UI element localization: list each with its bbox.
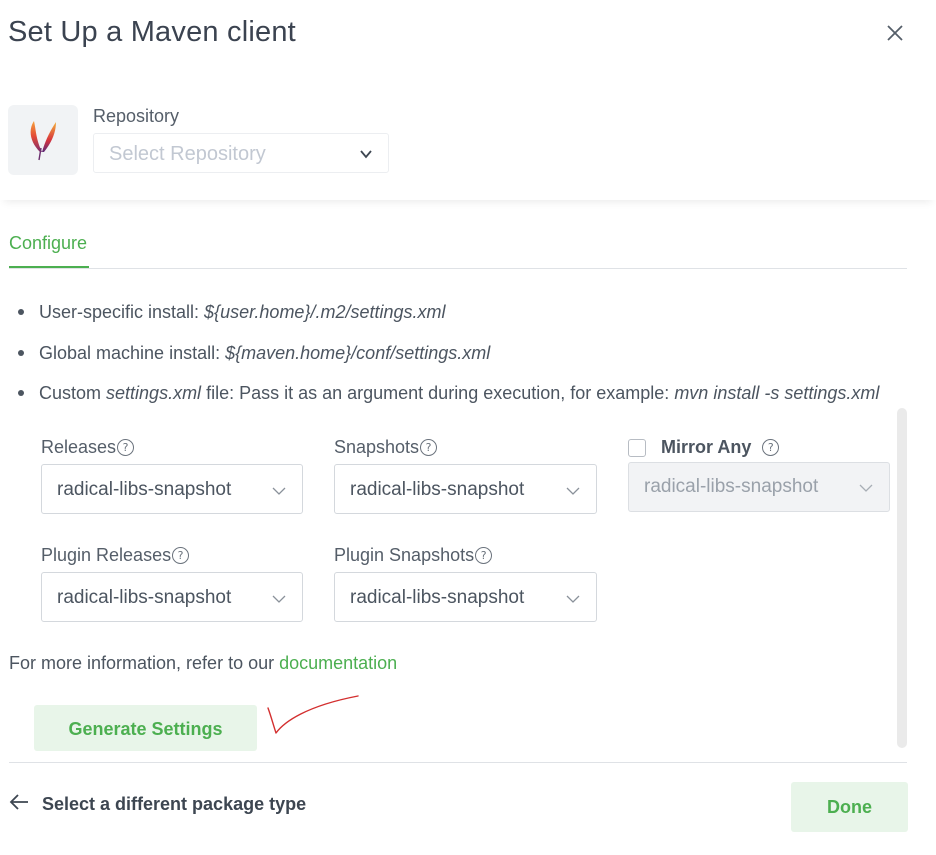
arrow-left-icon <box>9 794 29 815</box>
instruction-text: file: Pass it as an argument during exec… <box>201 383 675 403</box>
snapshots-label-text: Snapshots <box>334 437 420 457</box>
chevron-down-icon <box>859 481 873 499</box>
footer-divider <box>9 762 907 763</box>
bullet-icon <box>18 309 24 315</box>
list-item: User-specific install: ${user.home}/.m2/… <box>18 296 879 337</box>
repository-placeholder: Select Repository <box>109 143 266 165</box>
repository-select[interactable]: Select Repository <box>93 133 389 173</box>
maven-setup-dialog: Set Up a Maven client Repository Select … <box>0 0 936 855</box>
releases-label: Releases ? <box>41 437 135 458</box>
apache-maven-feather-icon <box>8 105 78 175</box>
chevron-down-icon <box>566 484 580 502</box>
instruction-filename: settings.xml <box>106 383 202 403</box>
plugin-releases-value: radical-libs-snapshot <box>57 587 232 608</box>
instruction-text: Global machine install: <box>39 342 226 363</box>
more-info-prefix: For more information, refer to our <box>9 653 280 673</box>
repository-label: Repository <box>93 106 180 126</box>
chevron-down-icon <box>272 592 286 610</box>
instruction-text: Custom <box>39 383 107 403</box>
instruction-text: User-specific install: <box>39 302 205 322</box>
plugin-releases-select[interactable]: radical-libs-snapshot <box>41 572 303 622</box>
mirror-any-select: radical-libs-snapshot <box>628 462 890 512</box>
list-item: Custom settings.xml file: Pass it as an … <box>18 377 879 418</box>
tab-divider <box>9 268 907 269</box>
instructions-list: User-specific install: ${user.home}/.m2/… <box>18 296 879 418</box>
plugin-snapshots-label: Plugin Snapshots ? <box>334 545 493 566</box>
list-item: Global machine install: ${maven.home}/co… <box>18 337 879 378</box>
snapshots-label: Snapshots ? <box>334 437 438 458</box>
instruction-path: ${maven.home}/conf/settings.xml <box>225 342 491 363</box>
more-info-text: For more information, refer to our docum… <box>9 653 397 674</box>
generate-settings-button[interactable]: Generate Settings <box>34 705 257 751</box>
tab-configure[interactable]: Configure <box>9 233 89 269</box>
instruction-path: ${user.home}/.m2/settings.xml <box>204 302 446 322</box>
snapshots-select[interactable]: radical-libs-snapshot <box>334 464 597 514</box>
releases-label-text: Releases <box>41 437 117 457</box>
dialog-title: Set Up a Maven client <box>8 16 296 48</box>
plugin-snapshots-select[interactable]: radical-libs-snapshot <box>334 572 597 622</box>
chevron-down-icon <box>358 146 374 167</box>
mirror-any-value: radical-libs-snapshot <box>644 476 819 497</box>
mirror-any-label: Mirror Any ? <box>661 437 780 458</box>
releases-select[interactable]: radical-libs-snapshot <box>41 464 303 514</box>
bullet-icon <box>18 390 24 396</box>
done-button[interactable]: Done <box>791 782 908 832</box>
documentation-link[interactable]: documentation <box>279 653 397 673</box>
help-icon[interactable]: ? <box>420 439 438 456</box>
help-icon[interactable]: ? <box>172 547 190 564</box>
back-link-label: Select a different package type <box>42 794 307 814</box>
select-different-package-link[interactable]: Select a different package type <box>9 794 306 815</box>
releases-value: radical-libs-snapshot <box>57 479 232 500</box>
plugin-snapshots-value: radical-libs-snapshot <box>350 587 525 608</box>
mirror-any-label-text: Mirror Any <box>661 437 752 457</box>
snapshots-value: radical-libs-snapshot <box>350 479 525 500</box>
plugin-releases-label-text: Plugin Releases <box>41 545 172 565</box>
help-icon[interactable]: ? <box>762 439 780 456</box>
help-icon[interactable]: ? <box>475 547 493 564</box>
plugin-snapshots-label-text: Plugin Snapshots <box>334 545 475 565</box>
chevron-down-icon <box>566 592 580 610</box>
plugin-releases-label: Plugin Releases ? <box>41 545 190 566</box>
bullet-icon <box>18 349 24 356</box>
chevron-down-icon <box>272 484 286 502</box>
scrollbar[interactable] <box>897 408 907 748</box>
instruction-command: mvn install -s settings.xml <box>674 383 880 403</box>
close-icon[interactable] <box>882 20 910 48</box>
help-icon[interactable]: ? <box>117 439 135 456</box>
handwritten-checkmark-annotation <box>267 695 359 734</box>
mirror-any-checkbox[interactable] <box>628 439 646 457</box>
